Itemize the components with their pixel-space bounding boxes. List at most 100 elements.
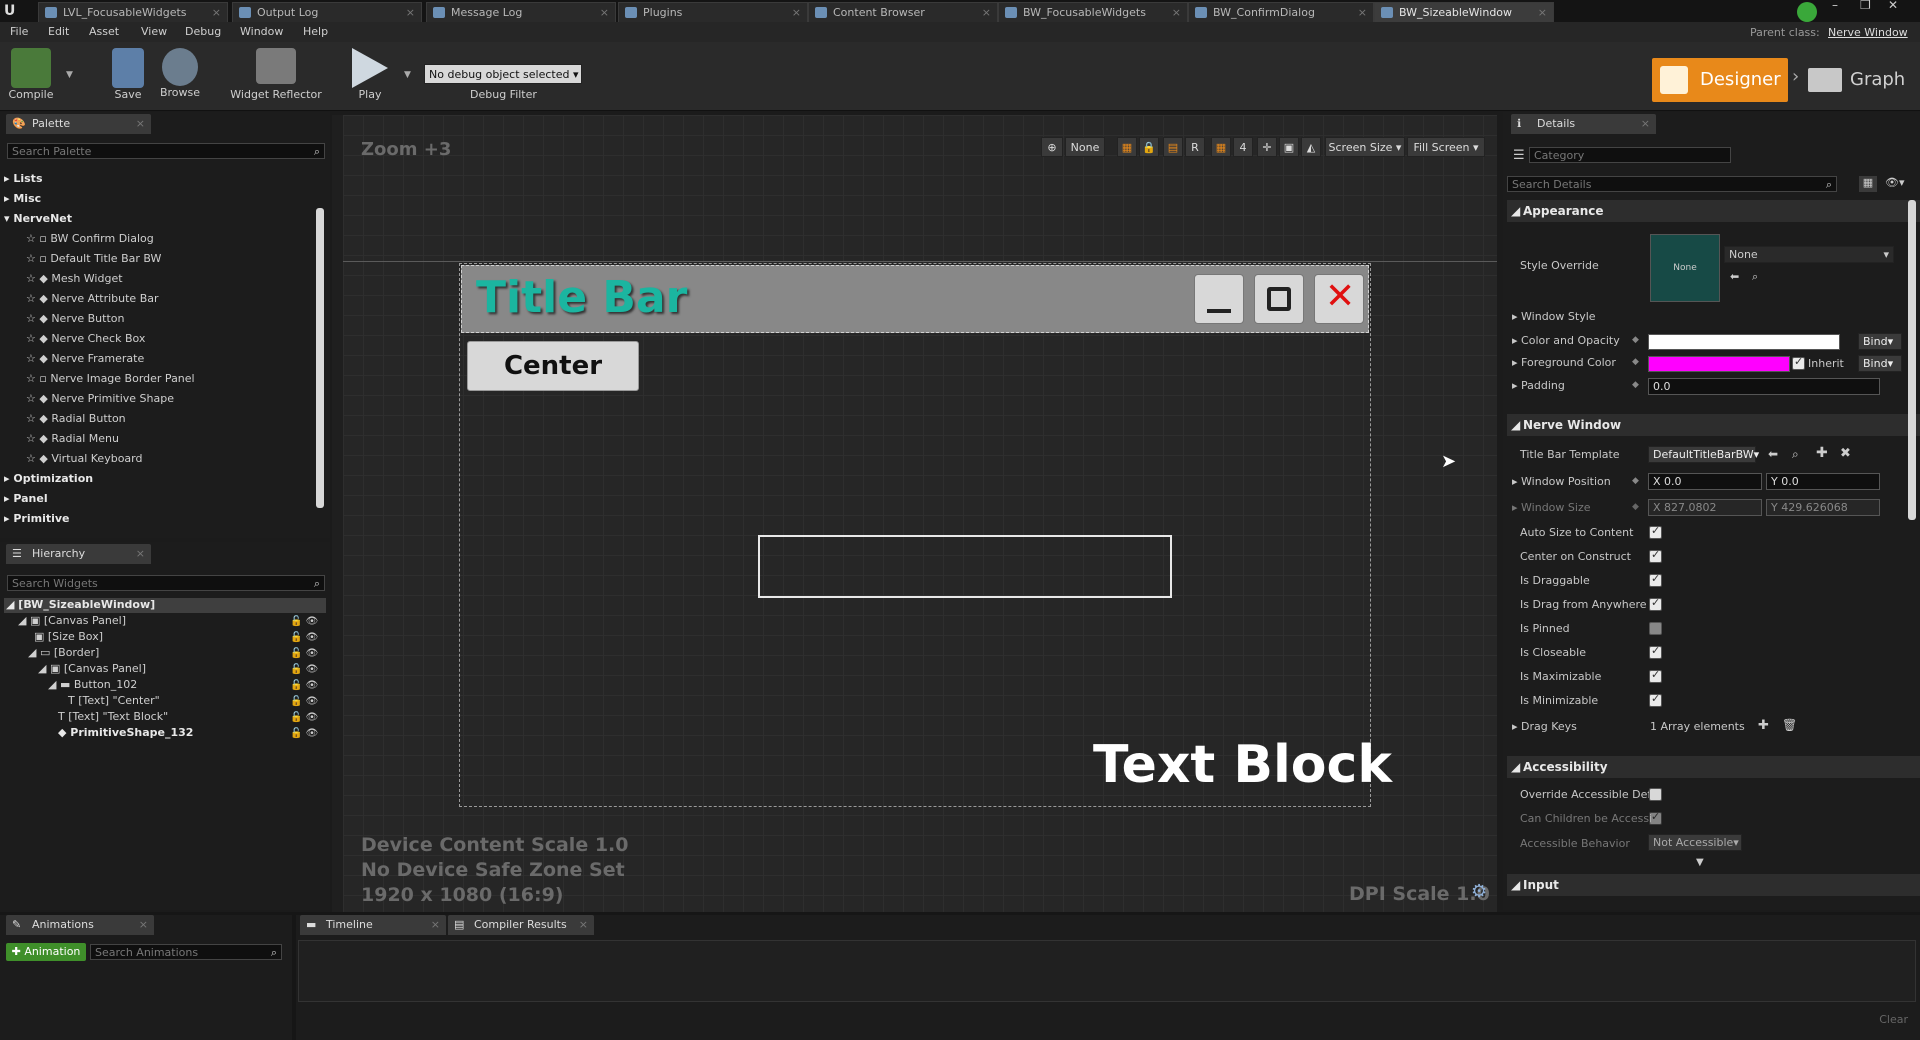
text-block-widget[interactable]: Text Block [1093,735,1392,795]
palette-item[interactable]: ☆ ◆ Nerve Check Box [26,330,145,348]
hierarchy-item[interactable]: ◢ ▣ [Canvas Panel] [38,661,146,677]
dpi-settings-gear-icon[interactable]: ⚙ [1471,881,1487,902]
hierarchy-item[interactable]: T [Text] "Text Block" [58,709,168,725]
tab-hierarchy[interactable]: ☰ Hierarchy × [6,544,151,564]
tab-compiler-results[interactable]: ▤ Compiler Results × [448,915,594,935]
close-button[interactable]: ✕ [1314,274,1364,324]
grid-snap-value[interactable]: 4 [1233,137,1253,157]
menu-window[interactable]: Window [240,25,283,38]
close-icon[interactable]: × [212,3,221,22]
palette-item[interactable]: ☆ ◆ Virtual Keyboard [26,450,142,468]
center-construct-checkbox[interactable] [1649,548,1662,563]
padding-row[interactable]: ▸ Padding [1512,379,1565,392]
use-selected-arrow-icon[interactable]: ⬅ [1768,447,1778,461]
close-window-icon[interactable]: ✕ [1888,0,1898,12]
close-icon[interactable]: × [136,114,145,134]
title-bar-template-select[interactable]: DefaultTitleBarBW▾ [1648,446,1759,463]
hierarchy-item[interactable]: ◢ ▬ Button_102 [48,677,137,693]
hierarchy-item[interactable]: ◆ PrimitiveShape_132 [58,725,193,741]
palette-category-primitive[interactable]: ▸ Primitive [4,510,70,528]
flip-preview-icon[interactable]: ◭ [1301,137,1321,157]
tab-plugins[interactable]: Plugins × [618,2,808,22]
lock-eye-icon[interactable]: 🔓 👁 [290,710,326,726]
reset-diamond-icon[interactable]: ◆ [1632,476,1639,486]
foreground-color-swatch[interactable] [1648,356,1790,372]
palette-item[interactable]: ☆ ▫ BW Confirm Dialog [26,230,154,248]
padding-input[interactable]: 0.0 [1648,378,1880,395]
debug-object-select[interactable]: No debug object selected ▾ [424,64,582,84]
palette-item[interactable]: ☆ ▫ Default Title Bar BW [26,250,161,268]
expand-advanced-chevron-icon[interactable]: ▼ [1696,857,1704,868]
property-matrix-icon[interactable]: ▦ [1859,176,1877,192]
menu-edit[interactable]: Edit [48,25,69,38]
parent-class-link[interactable]: Nerve Window [1828,26,1908,39]
browse-asset-icon[interactable]: ⌕ [1792,447,1799,462]
respect-locks-icon[interactable]: ▤ [1163,137,1183,157]
drag-keys-row[interactable]: ▸ Drag Keys [1512,720,1577,733]
unreal-logo-icon[interactable]: U [4,3,22,19]
override-accessible-checkbox[interactable] [1649,788,1662,801]
designer-mode-button[interactable]: Designer [1652,58,1788,102]
localization-preview-icon[interactable]: ⊕ [1041,137,1063,157]
lock-eye-icon[interactable]: 🔓 👁 [290,614,326,630]
tab-bw-sizeable-window[interactable]: BW_SizeableWindow × [1374,2,1554,22]
color-opacity-bind-button[interactable]: Bind▾ [1858,333,1902,350]
add-animation-button[interactable]: ✚ Animation [6,943,86,961]
color-opacity-swatch[interactable] [1648,334,1840,350]
primitive-shape-widget[interactable] [758,535,1172,598]
menu-help[interactable]: Help [303,25,328,38]
palette-category-misc[interactable]: ▸ Misc [4,190,41,208]
close-icon[interactable]: × [136,544,145,564]
section-accessibility[interactable]: ◢ Accessibility [1507,756,1920,778]
close-icon[interactable]: × [1358,3,1367,22]
menu-asset[interactable]: Asset [89,25,119,38]
render-toggle-button[interactable]: R [1185,137,1205,157]
play-button[interactable]: Play [348,48,392,101]
pinned-checkbox[interactable] [1649,622,1662,635]
tab-details[interactable]: ℹ Details × [1511,114,1656,134]
lock-toggle-icon[interactable]: 🔒 [1139,137,1159,157]
palette-category-optimization[interactable]: ▸ Optimization [4,470,93,488]
use-selected-arrow-icon[interactable]: ⬅ [1730,270,1739,283]
hierarchy-item[interactable]: ▣ [Size Box] [34,629,103,645]
tab-output-log[interactable]: Output Log × [232,2,422,22]
palette-item[interactable]: ☆ ◆ Nerve Framerate [26,350,144,368]
palette-search-input[interactable]: Search Palette ⌕ [7,143,325,159]
palette-item[interactable]: ☆ ◆ Nerve Button [26,310,124,328]
close-icon[interactable]: × [406,3,415,22]
section-input[interactable]: ◢ Input [1507,874,1920,896]
palette-category-lists[interactable]: ▸ Lists [4,170,43,188]
lock-eye-icon[interactable]: 🔓 👁 [290,646,326,662]
menu-file[interactable]: File [10,25,28,38]
center-button[interactable]: Center [467,341,639,391]
details-scrollbar[interactable] [1908,200,1916,520]
menu-debug[interactable]: Debug [185,25,221,38]
palette-item[interactable]: ☆ ◆ Nerve Attribute Bar [26,290,159,308]
minimize-button[interactable] [1194,274,1244,324]
style-override-select[interactable]: None ▾ [1724,246,1894,263]
widget-reflector-button[interactable]: Widget Reflector [226,48,326,101]
foreground-color-row[interactable]: ▸ Foreground Color [1512,356,1616,369]
tab-timeline[interactable]: ▬ Timeline × [300,915,446,935]
tab-palette[interactable]: 🎨 Palette × [6,114,151,134]
browse-asset-icon[interactable]: ⌕ [1752,270,1758,284]
lock-eye-icon[interactable]: 🔓 👁 [290,630,326,646]
close-icon[interactable]: × [139,915,148,935]
reset-diamond-icon[interactable]: ◆ [1632,380,1639,390]
lock-eye-icon[interactable]: 🔓 👁 [290,726,326,742]
background-image-icon[interactable]: ▣ [1279,137,1299,157]
palette-item[interactable]: ☆ ◆ Radial Button [26,410,126,428]
localization-culture-select[interactable]: None [1065,137,1105,157]
animations-search-input[interactable]: Search Animations ⌕ [90,944,282,960]
close-icon[interactable]: × [1641,114,1650,134]
close-icon[interactable]: × [982,3,991,22]
palette-item[interactable]: ☆ ▫ Nerve Image Border Panel [26,370,195,388]
lock-eye-icon[interactable]: 🔓 👁 [290,678,326,694]
close-icon[interactable]: × [579,915,588,935]
close-icon[interactable]: × [600,3,609,22]
reset-diamond-icon[interactable]: ◆ [1632,357,1639,367]
tab-lvl-focusable-widgets[interactable]: LVL_FocusableWidgets × [38,2,228,22]
palette-item[interactable]: ☆ ◆ Mesh Widget [26,270,123,288]
add-icon[interactable]: ✚ [1816,445,1828,461]
minimizable-checkbox[interactable] [1649,692,1662,707]
